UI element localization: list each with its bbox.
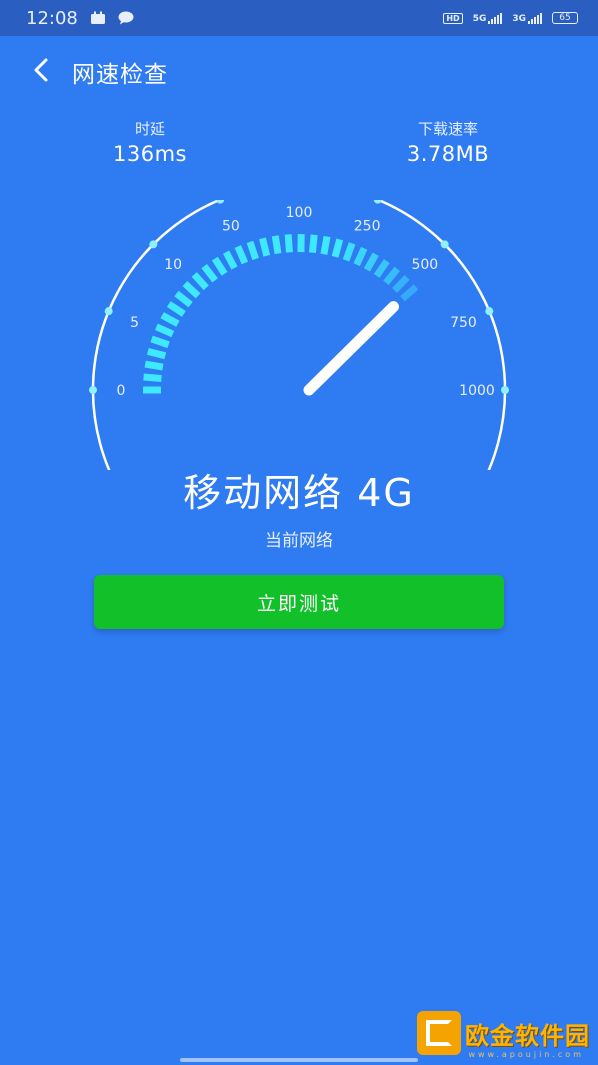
watermark-url: www.apoujin.com xyxy=(468,1050,584,1059)
start-test-button[interactable]: 立即测试 xyxy=(94,575,504,629)
gauge-progress-segment xyxy=(392,275,410,293)
back-arrow-icon[interactable] xyxy=(28,56,56,84)
calendar-icon xyxy=(90,11,105,24)
download-value: 3.78MB xyxy=(406,142,490,166)
gauge-progress-segment xyxy=(342,242,356,262)
gauge-tick-dot xyxy=(149,240,158,249)
download-metric: 下载速率 3.78MB xyxy=(368,118,528,166)
gauge-progress-segment xyxy=(143,373,162,382)
gauge-progress-segment xyxy=(144,360,164,371)
gauge-tick-label: 250 xyxy=(354,219,381,235)
message-icon xyxy=(118,11,134,25)
gauge-needle xyxy=(303,301,400,396)
gauge-progress-segment xyxy=(373,259,390,278)
gauge-progress-segment xyxy=(222,250,238,270)
gauge-progress-segment xyxy=(154,323,175,338)
gauge-progress-segment xyxy=(146,347,167,360)
signal-bars-icon xyxy=(528,12,542,24)
download-label: 下载速率 xyxy=(417,120,478,138)
latency-label: 时延 xyxy=(134,120,165,138)
gauge-tick-dot xyxy=(216,200,225,204)
gauge-progress-segment xyxy=(331,238,344,258)
gauge-progress-segment xyxy=(383,266,400,286)
gauge-progress-segment xyxy=(353,246,368,267)
gauge-progress-segment xyxy=(182,281,201,299)
gauge-progress-segment xyxy=(246,240,259,261)
gauge-tick-label: 10 xyxy=(164,257,182,273)
signal-5g: 5G xyxy=(473,12,503,24)
gauge-progress-segment xyxy=(191,272,209,291)
gauge-progress-segment xyxy=(259,237,271,257)
gauge-tick-dot xyxy=(89,386,97,394)
network-5g-label: 5G xyxy=(472,14,487,24)
gauge-progress-segment xyxy=(400,284,419,302)
status-right: HD 5G 3G 65 xyxy=(443,12,578,24)
gauge-tick-label: 0 xyxy=(117,383,126,399)
status-bar: 12:08 HD 5G 3G 65 xyxy=(0,0,598,36)
gauge-progress-segment xyxy=(363,252,379,272)
battery-icon: 65 xyxy=(552,12,578,24)
gauge-progress-segment xyxy=(308,234,318,253)
gauge-tick-label: 1000 xyxy=(459,383,495,399)
latency-value: 136ms xyxy=(113,142,187,166)
signal-bars-icon xyxy=(488,12,503,24)
gauge-progress-segment xyxy=(234,245,249,265)
watermark-logo-icon xyxy=(417,1011,461,1055)
home-indicator[interactable] xyxy=(180,1058,418,1062)
gauge-progress-segment xyxy=(201,263,218,283)
latency-metric: 时延 136ms xyxy=(70,118,230,166)
gauge-progress-segment xyxy=(271,235,282,255)
gauge-tick-label: 50 xyxy=(222,219,240,235)
signal-3g: 3G xyxy=(512,12,542,24)
gauge-progress-segment xyxy=(166,301,186,317)
gauge-progress-segment xyxy=(174,290,193,308)
battery-level: 65 xyxy=(559,13,571,23)
gauge-tick-dot xyxy=(485,307,494,316)
gauge-progress-segment xyxy=(211,256,228,276)
gauge-tick-label: 5 xyxy=(130,315,139,331)
gauge-tick-label: 500 xyxy=(411,257,438,273)
network-name: 移动网络 4G xyxy=(183,471,415,515)
watermark-text: 欧金软件园 xyxy=(465,1021,590,1050)
speed-gauge: 0 5 10 50 100 250 500 750 1000 xyxy=(89,200,509,470)
network-subtitle: 当前网络 xyxy=(265,531,333,551)
status-left: 12:08 xyxy=(26,8,134,29)
gauge-tick-dot xyxy=(440,240,449,249)
status-time: 12:08 xyxy=(26,7,78,29)
gauge-tick-dot xyxy=(501,386,509,394)
gauge-progress-segment xyxy=(284,234,293,253)
gauge-progress-segment xyxy=(160,312,180,327)
gauge-tick-label: 100 xyxy=(286,205,313,221)
network-3g-label: 3G xyxy=(512,14,526,24)
gauge-progress-segment xyxy=(150,335,170,349)
app-header: 网速检查 xyxy=(0,52,598,88)
watermark: 欧金软件园 xyxy=(417,1011,590,1055)
gauge-progress-segment xyxy=(320,235,331,255)
gauge-tick-dot xyxy=(373,200,382,204)
page-title: 网速检查 xyxy=(72,62,168,88)
hd-badge: HD xyxy=(443,12,463,24)
gauge-tick-label: 750 xyxy=(450,315,477,331)
gauge-tick-dot xyxy=(104,307,113,316)
